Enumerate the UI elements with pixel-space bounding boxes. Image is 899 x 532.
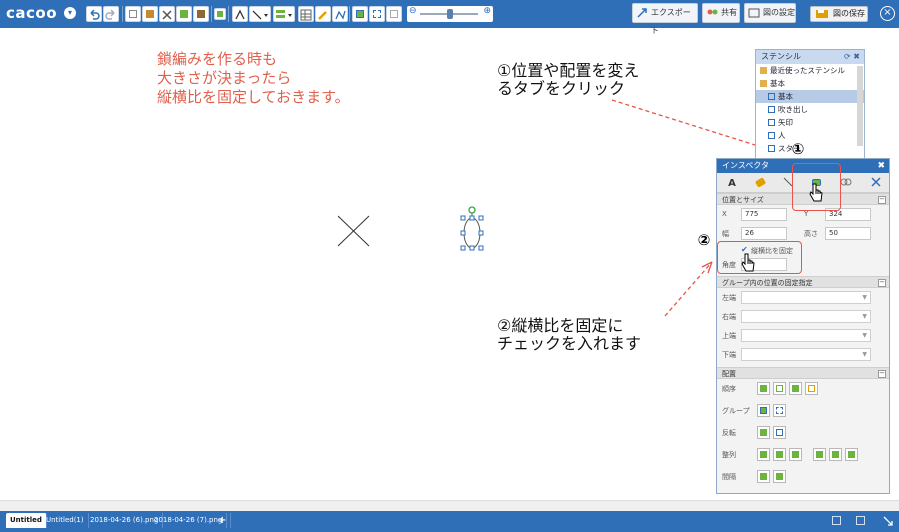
send-backward-button[interactable] [789,382,802,395]
selected-oval-shape[interactable] [460,206,484,251]
page-list-icon[interactable] [856,516,865,525]
collapse-icon[interactable]: − [878,196,886,204]
folder-icon [760,67,767,74]
page-view-icon[interactable] [832,516,841,525]
bring-forward-button[interactable] [773,382,786,395]
flip-horizontal-button[interactable] [757,426,770,439]
stencil-header-icons[interactable]: ⟳ ✖ [844,50,860,64]
top-anchor-select[interactable]: ▼ [741,329,871,342]
group-row-top: 上端 ▼ [717,326,889,345]
flip-row: 反転 [717,423,889,445]
align-middle-button[interactable] [829,448,842,461]
group-button[interactable] [757,404,770,417]
stencil-icon [768,145,775,152]
tab-text[interactable]: A [721,176,743,191]
chevron-down-icon: ▼ [862,351,867,358]
flip-vertical-button[interactable] [773,426,786,439]
stencil-scrollbar[interactable] [857,66,863,146]
stencil-icon [768,119,775,126]
stencil-icon [768,106,775,113]
fill-icon [754,177,766,188]
highlight-lock-ratio [717,241,802,274]
ungroup-button[interactable] [773,404,786,417]
align-right-button[interactable] [789,448,802,461]
group-row-left: 左端 ▼ [717,288,889,307]
left-anchor-select[interactable]: ▼ [741,291,871,304]
annotation-arrow-2 [664,261,713,317]
align-top-button[interactable] [813,448,826,461]
chevron-down-icon: ▼ [862,332,867,339]
step-marker-1: ① [791,140,805,158]
distribute-vertical-button[interactable] [773,470,786,483]
stencil-header: ステンシル ⟳ ✖ [756,50,864,64]
stencil-item[interactable]: 吹き出し [756,103,864,116]
align-bottom-button[interactable] [845,448,858,461]
group-buttons-row: グループ [717,401,889,423]
group-row-bottom: 下端 ▼ [717,345,889,364]
stencil-item[interactable]: 矢印 [756,116,864,129]
distribute-horizontal-button[interactable] [757,470,770,483]
stencil-item[interactable]: 人 [756,129,864,142]
stencil-icon [768,132,775,139]
spacing-row: 間隔 [717,467,889,489]
inspector-title: インスペクタ [722,161,769,170]
tab-untitled-1[interactable]: Untitled(1) [42,513,89,528]
bottom-anchor-select[interactable]: ▼ [741,348,871,361]
order-row: 順序 [717,379,889,401]
width-field[interactable]: 26 [741,227,787,240]
x-field[interactable]: 775 [741,208,787,221]
chevron-down-icon: ▼ [862,294,867,301]
stencil-item[interactable]: 基本 [756,77,864,90]
inspector-close-icon[interactable]: ✖ [877,159,885,173]
section-group-position[interactable]: グループ内の位置の固定指定 − [717,276,889,288]
x-shape[interactable] [337,215,370,247]
align-left-button[interactable] [757,448,770,461]
stencil-item[interactable]: 最近使ったステンシル [756,64,864,77]
tab-tools[interactable] [865,176,887,191]
tab-fill[interactable] [749,176,771,191]
send-back-button[interactable] [805,382,818,395]
bring-front-button[interactable] [757,382,770,395]
page-tab-bar: Untitled Untitled(1) 2018-04-26 (6).png … [0,511,899,532]
tab-untitled[interactable]: Untitled [6,513,47,528]
stencil-icon [768,93,775,100]
horizontal-scrollbar[interactable] [0,500,899,511]
group-row-right: 右端 ▼ [717,307,889,326]
fullscreen-icon[interactable] [882,515,894,527]
right-anchor-select[interactable]: ▼ [741,310,871,323]
stencil-title: ステンシル [761,52,801,61]
add-page-button[interactable]: + [214,513,232,528]
folder-icon [760,80,767,87]
tools-icon [871,177,881,187]
chevron-down-icon: ▼ [862,313,867,320]
height-field[interactable]: 50 [825,227,871,240]
stencil-panel: ステンシル ⟳ ✖ 最近使ったステンシル 基本 基本 吹き出し 矢印 人 スター [755,49,865,159]
align-center-button[interactable] [773,448,786,461]
hand-cursor-icon [741,253,755,272]
collapse-icon[interactable]: − [878,370,886,378]
hand-cursor-icon [809,183,823,202]
section-arrange[interactable]: 配置 − [717,367,889,379]
stencil-item-selected[interactable]: 基本 [756,90,864,103]
step-marker-2: ② [697,231,711,249]
stencil-item[interactable]: スター [756,142,864,155]
link-icon [840,178,852,186]
align-row: 整列 [717,445,889,467]
collapse-icon[interactable]: − [878,279,886,287]
